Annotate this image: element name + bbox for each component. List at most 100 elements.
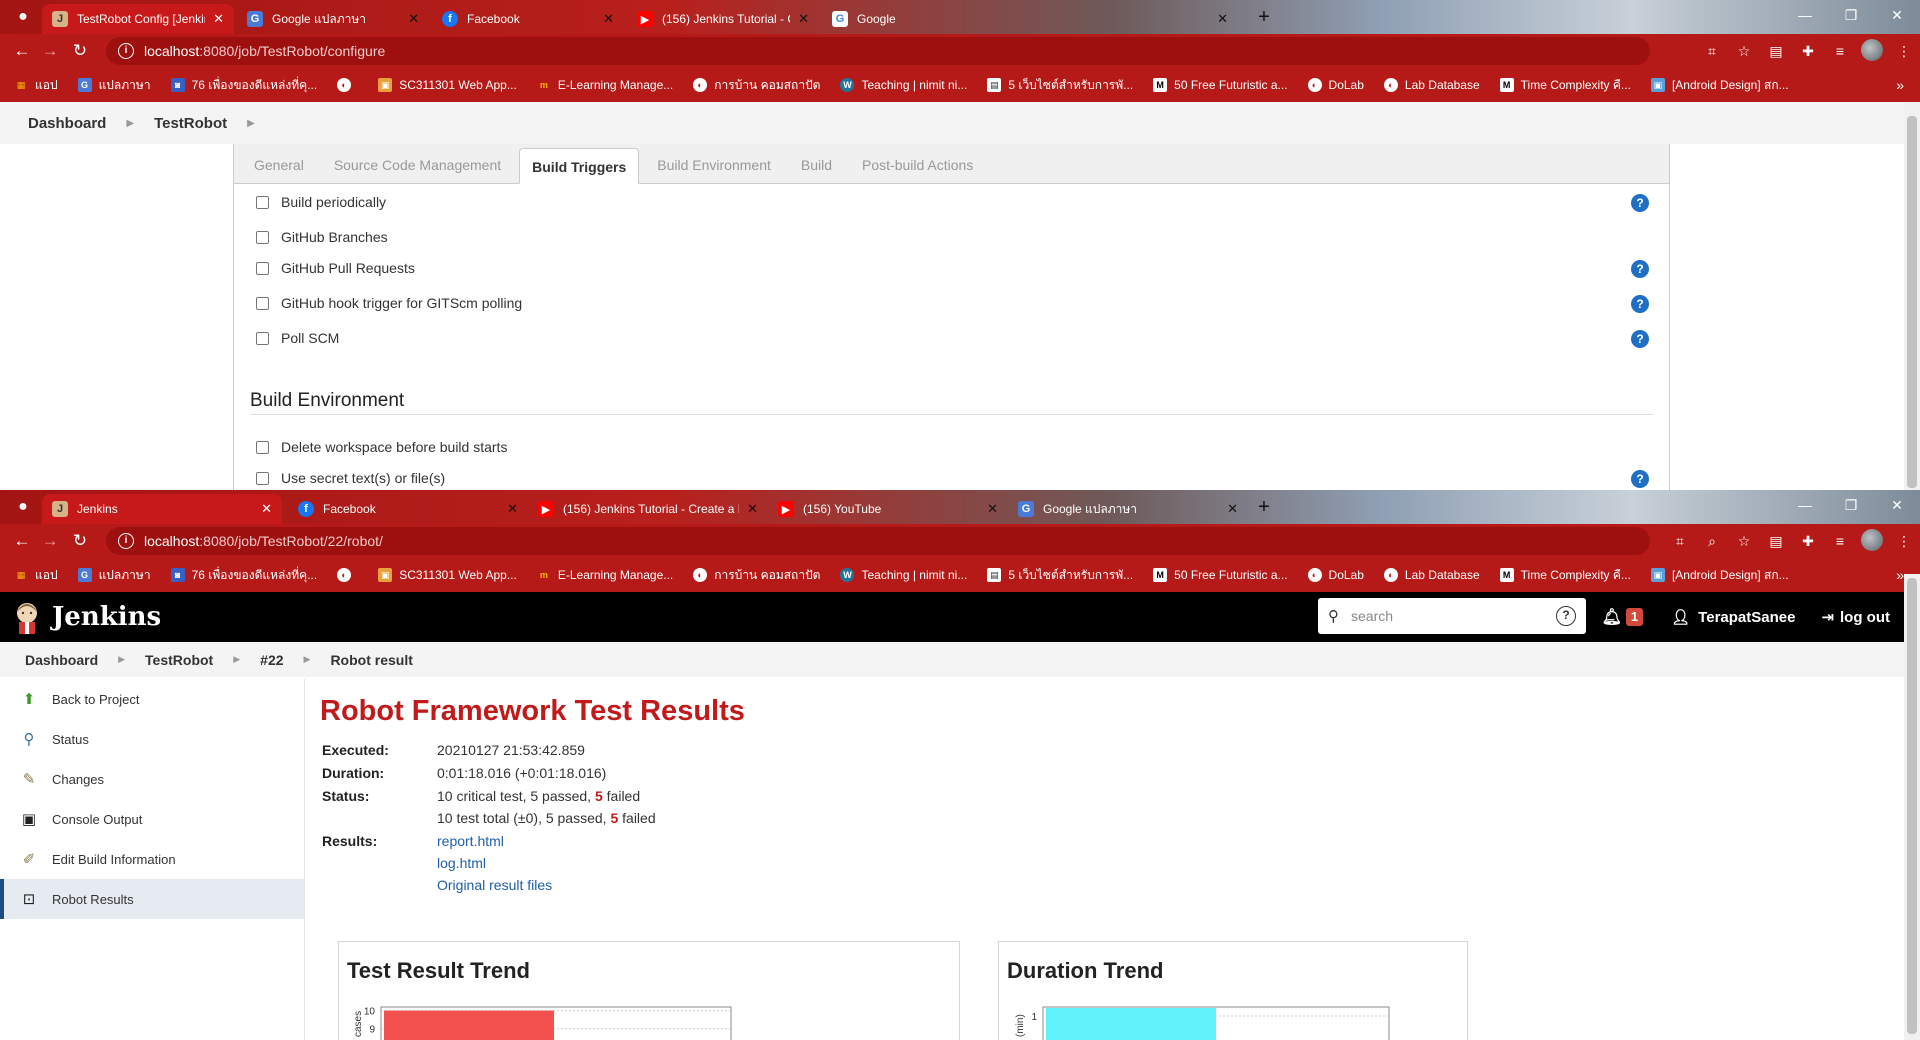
menu-icon[interactable]: ⋮	[1888, 533, 1920, 550]
back-icon[interactable]: ←	[8, 37, 36, 65]
bookmark-translate[interactable]: G แปลภาษา	[77, 76, 151, 95]
site-info-icon[interactable]: i	[118, 43, 134, 59]
close-tab-icon[interactable]: ✕	[1227, 501, 1238, 517]
tab-jenkins-config[interactable]: J TestRobot Config [Jenkins] ✕	[42, 4, 234, 34]
forward-icon[interactable]: →	[36, 37, 64, 65]
forward-icon[interactable]: →	[36, 527, 64, 555]
bookmark-sc311301[interactable]: ▣ SC311301 Web App...	[378, 568, 517, 582]
url-field[interactable]: i localhost:8080/job/TestRobot/configure	[106, 37, 1650, 65]
minimize-icon[interactable]: —	[1782, 0, 1828, 30]
reload-icon[interactable]: ↻	[66, 527, 94, 555]
minimize-icon[interactable]: —	[1782, 490, 1828, 520]
more-bookmarks-icon[interactable]: »	[1896, 77, 1904, 93]
side-edit-build-information[interactable]: ✐ Edit Build Information	[0, 839, 304, 879]
side-changes[interactable]: ✎ Changes	[0, 759, 304, 799]
bookmark-dolab[interactable]: ◐ DoLab	[1307, 78, 1364, 92]
bookmark-apps[interactable]: ▦ แอป	[14, 76, 58, 95]
help-icon[interactable]: ?	[1631, 260, 1649, 278]
close-tab-icon[interactable]: ✕	[1217, 11, 1228, 27]
extensions-icon[interactable]: ✚	[1792, 533, 1824, 550]
star-icon[interactable]: ☆	[1728, 533, 1760, 550]
close-tab-icon[interactable]: ✕	[261, 501, 272, 517]
checkbox[interactable]	[256, 471, 269, 485]
more-bookmarks-icon[interactable]: »	[1896, 567, 1904, 583]
tab-build-environment[interactable]: Build Environment	[645, 147, 783, 183]
logout-link[interactable]: log out	[1840, 609, 1890, 626]
scrollbar-thumb[interactable]	[1907, 578, 1917, 1034]
help-icon[interactable]: ?	[1631, 295, 1649, 313]
log-link[interactable]: log.html	[437, 855, 486, 871]
checkbox[interactable]	[256, 296, 269, 310]
tab-post-build-actions[interactable]: Post-build Actions	[850, 147, 985, 183]
breadcrumb-dashboard[interactable]: Dashboard	[25, 652, 98, 668]
github-icon[interactable]: ●	[12, 497, 34, 517]
reload-icon[interactable]: ↻	[66, 37, 94, 65]
media-icon[interactable]: ≡	[1824, 43, 1856, 59]
side-status[interactable]: ⚲ Status	[0, 719, 304, 759]
close-tab-icon[interactable]: ✕	[987, 501, 998, 517]
checkbox[interactable]	[256, 230, 269, 244]
restore-icon[interactable]: ❐	[1828, 490, 1874, 520]
help-icon[interactable]: ?	[1631, 470, 1649, 488]
checkbox[interactable]	[256, 261, 269, 275]
restore-icon[interactable]: ❐	[1828, 0, 1874, 30]
close-tab-icon[interactable]: ✕	[603, 11, 614, 27]
bookmark-elearning[interactable]: m E-Learning Manage...	[537, 78, 673, 92]
extensions-icon[interactable]: ✚	[1792, 43, 1824, 60]
github-icon[interactable]: ●	[12, 7, 34, 27]
bookmark-timecomplexity[interactable]: M Time Complexity คื...	[1499, 76, 1631, 95]
bookmark-homework[interactable]: ◐ การบ้าน คอมสถาปัต	[693, 76, 820, 95]
bookmark-apps[interactable]: ▦ แอป	[14, 566, 58, 585]
tab-facebook[interactable]: f Facebook ✕	[288, 494, 528, 524]
bookmark-teaching[interactable]: W Teaching | nimit ni...	[840, 78, 967, 92]
zoom-icon[interactable]: ⌕	[1696, 533, 1728, 550]
tab-youtube-jenkins[interactable]: ▶ (156) Jenkins Tutorial - Create a F ✕	[627, 4, 819, 34]
user-link[interactable]: TerapatSanee	[1698, 609, 1795, 626]
close-tab-icon[interactable]: ✕	[408, 11, 419, 27]
trigger-poll-scm[interactable]: Poll SCM	[256, 330, 339, 346]
checkbox[interactable]	[256, 195, 269, 209]
bookmark-labdb[interactable]: ◐ Lab Database	[1383, 78, 1480, 92]
bookmark-android[interactable]: ▣ [Android Design] สก...	[1650, 76, 1789, 95]
tab-youtube[interactable]: ▶ (156) YouTube ✕	[768, 494, 1008, 524]
bookmark-76[interactable]: ◙ 76 เพื่องของดีแหล่งที่คุ...	[170, 566, 317, 585]
bookmark-50free[interactable]: M 50 Free Futuristic a...	[1153, 78, 1288, 92]
bookmark-homework[interactable]: ◐ การบ้าน คอมสถาปัต	[693, 566, 820, 585]
breadcrumb-dashboard[interactable]: Dashboard	[28, 115, 106, 132]
env-delete-workspace[interactable]: Delete workspace before build starts	[256, 439, 507, 455]
breadcrumb-build-22[interactable]: #22	[260, 652, 283, 668]
trigger-github-pull-requests[interactable]: GitHub Pull Requests	[256, 260, 415, 276]
site-info-icon[interactable]: i	[118, 533, 134, 549]
bookmark-translate[interactable]: G แปลภาษา	[77, 566, 151, 585]
bookmark-teaching[interactable]: W Teaching | nimit ni...	[840, 568, 967, 582]
side-back-to-project[interactable]: ⬆ Back to Project	[0, 679, 304, 719]
jenkins-logo[interactable]: Jenkins	[12, 600, 161, 634]
tab-general[interactable]: General	[242, 147, 316, 183]
close-tab-icon[interactable]: ✕	[798, 11, 809, 27]
profile-avatar[interactable]	[1856, 38, 1888, 64]
tab-jenkins[interactable]: J Jenkins ✕	[42, 494, 282, 524]
checkbox[interactable]	[256, 331, 269, 345]
trigger-github-branches[interactable]: GitHub Branches	[256, 229, 388, 245]
translate-icon[interactable]: ⌗	[1696, 43, 1728, 60]
profile-avatar[interactable]	[1856, 528, 1888, 554]
search-box[interactable]: ⚲ search ?	[1318, 598, 1586, 634]
trigger-github-hook[interactable]: GitHub hook trigger for GITScm polling	[256, 295, 522, 311]
chevron-right-icon[interactable]: ▶	[247, 118, 255, 129]
checkbox[interactable]	[256, 440, 269, 454]
reading-list-icon[interactable]: ▤	[1760, 533, 1792, 550]
close-tab-icon[interactable]: ✕	[747, 501, 758, 517]
bookmark-timecomplexity[interactable]: M Time Complexity คื...	[1499, 566, 1631, 585]
tab-build[interactable]: Build	[789, 147, 844, 183]
search-help-icon[interactable]: ?	[1556, 606, 1576, 626]
media-icon[interactable]: ≡	[1824, 533, 1856, 549]
help-icon[interactable]: ?	[1631, 330, 1649, 348]
breadcrumb-testrobot[interactable]: TestRobot	[145, 652, 213, 668]
back-icon[interactable]: ←	[8, 527, 36, 555]
tab-source-code-management[interactable]: Source Code Management	[322, 147, 513, 183]
side-robot-results[interactable]: ⊡ Robot Results	[0, 879, 304, 919]
search-input[interactable]: search	[1351, 608, 1393, 624]
close-tab-icon[interactable]: ✕	[213, 11, 224, 27]
url-field[interactable]: i localhost:8080/job/TestRobot/22/robot/	[106, 527, 1650, 555]
bookmark-labdb[interactable]: ◐ Lab Database	[1383, 568, 1480, 582]
